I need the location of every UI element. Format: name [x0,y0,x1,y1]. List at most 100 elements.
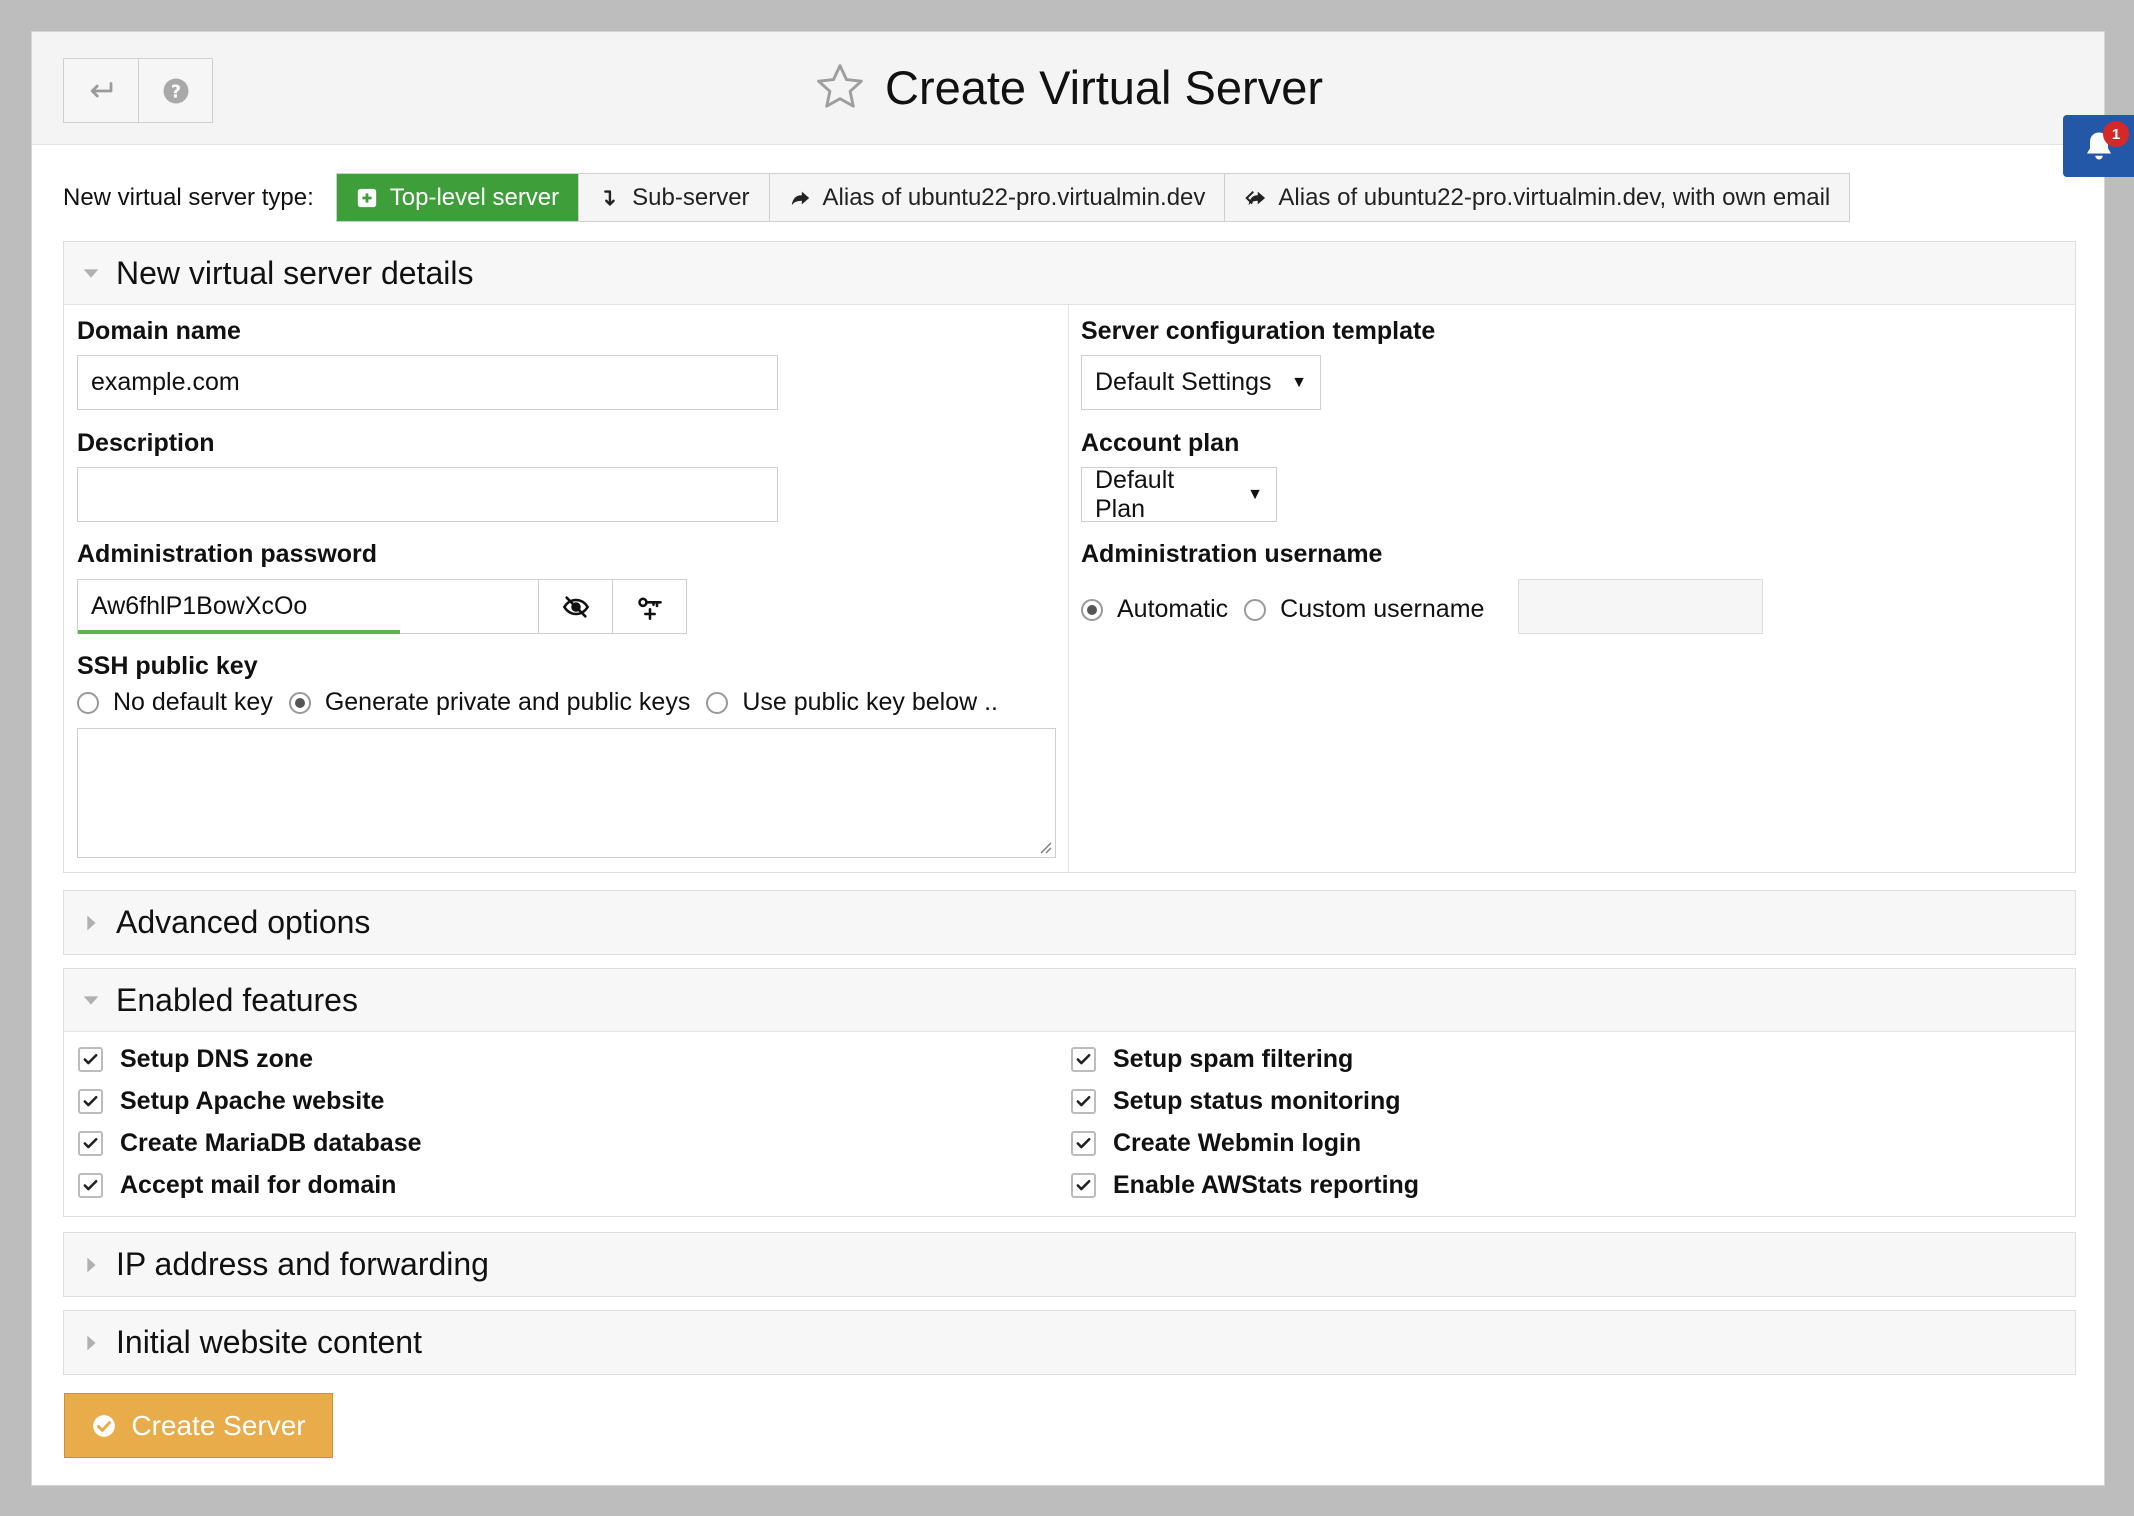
checkmark-icon [1076,1053,1091,1065]
generate-password-button[interactable] [612,579,687,634]
resize-grip-icon[interactable] [1038,840,1052,854]
feature-dns-label: Setup DNS zone [120,1045,314,1073]
advanced-options-title: Advanced options [116,904,371,940]
username-option-automatic[interactable]: Automatic [1081,595,1228,624]
template-select[interactable]: Default Settings ▼ [1081,355,1321,410]
star-outline-icon[interactable] [813,60,867,114]
create-server-button[interactable]: Create Server [64,1393,333,1458]
type-alias-email-label: Alias of ubuntu22-pro.virtualmin.dev, wi… [1278,183,1831,211]
website-content-panel: Initial website content [63,1310,2076,1375]
details-panel-header[interactable]: New virtual server details [64,242,2075,305]
column-divider [1068,305,1069,872]
type-sub-server-label: Sub-server [632,183,750,211]
share-arrow-icon [791,191,809,205]
enabled-features-header[interactable]: Enabled features [64,969,2075,1032]
radio-button-selected[interactable] [288,691,311,714]
template-select-value: Default Settings [1095,368,1272,396]
custom-username-input[interactable] [1518,579,1763,634]
eye-slash-icon [562,595,589,618]
feature-apache[interactable]: Setup Apache website [78,1087,384,1116]
username-option-automatic-label: Automatic [1117,595,1229,623]
domain-name-input[interactable]: example.com [77,355,778,410]
level-down-icon [604,189,615,206]
server-type-label: New virtual server type: [63,183,314,211]
feature-spam-label: Setup spam filtering [1113,1045,1354,1073]
server-type-row: New virtual server type: Top-level serve… [63,173,1851,222]
feature-webmin[interactable]: Create Webmin login [1071,1129,1361,1158]
radio-button[interactable] [706,691,729,714]
checkbox[interactable] [1071,1173,1096,1198]
feature-status[interactable]: Setup status monitoring [1071,1087,1401,1116]
ssh-option-use-below[interactable]: Use public key below .. [706,688,998,717]
checkbox[interactable] [1071,1131,1096,1156]
domain-name-label: Domain name [77,317,241,345]
plus-square-icon [357,188,376,207]
description-label: Description [77,429,215,457]
type-top-level-button[interactable]: Top-level server [336,174,579,221]
feature-awstats[interactable]: Enable AWStats reporting [1071,1171,1419,1200]
checkbox[interactable] [1071,1089,1096,1114]
checkbox[interactable] [78,1089,103,1114]
checkbox[interactable] [78,1047,103,1072]
toggle-password-visibility-button[interactable] [538,579,613,634]
description-input[interactable] [77,467,778,522]
type-alias-button[interactable]: Alias of ubuntu22-pro.virtualmin.dev [768,174,1225,221]
advanced-options-header[interactable]: Advanced options [64,891,2075,954]
feature-status-label: Setup status monitoring [1113,1087,1401,1115]
ssh-public-key-textarea[interactable] [77,728,1056,858]
checkbox[interactable] [78,1131,103,1156]
page-container: ? Create Virtual Server New virtual serv… [31,31,2105,1486]
dropdown-arrow-icon: ▼ [1291,373,1307,391]
type-alias-email-button[interactable]: Alias of ubuntu22-pro.virtualmin.dev, wi… [1224,174,1850,221]
ip-forwarding-title: IP address and forwarding [116,1246,489,1282]
enabled-features-panel: Enabled features Setup DNS zone Setup Ap… [63,968,2076,1217]
checkbox[interactable] [1071,1047,1096,1072]
feature-mail[interactable]: Accept mail for domain [78,1171,396,1200]
account-plan-select[interactable]: Default Plan ▼ [1081,465,1277,523]
feature-mariadb-label: Create MariaDB database [120,1129,422,1157]
ip-forwarding-panel: IP address and forwarding [63,1232,2076,1297]
ssh-option-no-default-label: No default key [113,688,273,716]
radio-button[interactable] [77,691,99,714]
caret-down-icon [83,269,99,278]
admin-password-input[interactable]: Aw6fhlP1BowXcOo [77,579,539,634]
checkmark-icon [83,1179,98,1191]
caret-right-icon [87,1335,96,1350]
admin-username-label: Administration username [1081,540,1383,568]
radio-button[interactable] [1244,598,1267,621]
page-header: ? Create Virtual Server [32,32,2104,145]
checkmark-icon [83,1095,98,1107]
website-content-title: Initial website content [116,1324,422,1360]
type-sub-server-button[interactable]: Sub-server [578,174,769,221]
feature-mariadb[interactable]: Create MariaDB database [78,1129,422,1158]
checkmark-icon [1076,1095,1091,1107]
account-plan-select-value: Default Plan [1095,465,1175,523]
feature-apache-label: Setup Apache website [120,1087,385,1115]
notifications-button[interactable]: 1 [2063,115,2134,177]
ssh-option-generate[interactable]: Generate private and public keys [288,688,690,717]
page-title: Create Virtual Server [885,60,1323,114]
feature-mail-label: Accept mail for domain [120,1171,397,1199]
website-content-header[interactable]: Initial website content [64,1311,2075,1374]
feature-spam[interactable]: Setup spam filtering [1071,1045,1353,1074]
type-top-level-label: Top-level server [389,183,560,211]
username-option-custom-label: Custom username [1280,595,1485,623]
checkmark-icon [83,1053,98,1065]
caret-down-icon [83,996,99,1005]
ip-forwarding-header[interactable]: IP address and forwarding [64,1233,2075,1296]
share-all-icon [1245,190,1266,205]
ssh-option-no-default[interactable]: No default key [77,688,273,717]
checkbox[interactable] [78,1173,103,1198]
details-panel: New virtual server details Domain name e… [63,241,2076,873]
key-plus-icon [637,597,662,620]
create-server-label: Create Server [131,1409,306,1441]
caret-right-icon [87,1257,96,1272]
title-wrap: Create Virtual Server [32,52,2104,122]
account-plan-label: Account plan [1081,429,1240,457]
caret-right-icon [87,915,96,930]
check-circle-icon [93,1414,116,1437]
radio-button-selected[interactable] [1081,598,1103,621]
details-body: Domain name example.com Description Admi… [64,305,2075,872]
username-option-custom[interactable]: Custom username [1244,595,1484,624]
feature-dns[interactable]: Setup DNS zone [78,1045,313,1074]
